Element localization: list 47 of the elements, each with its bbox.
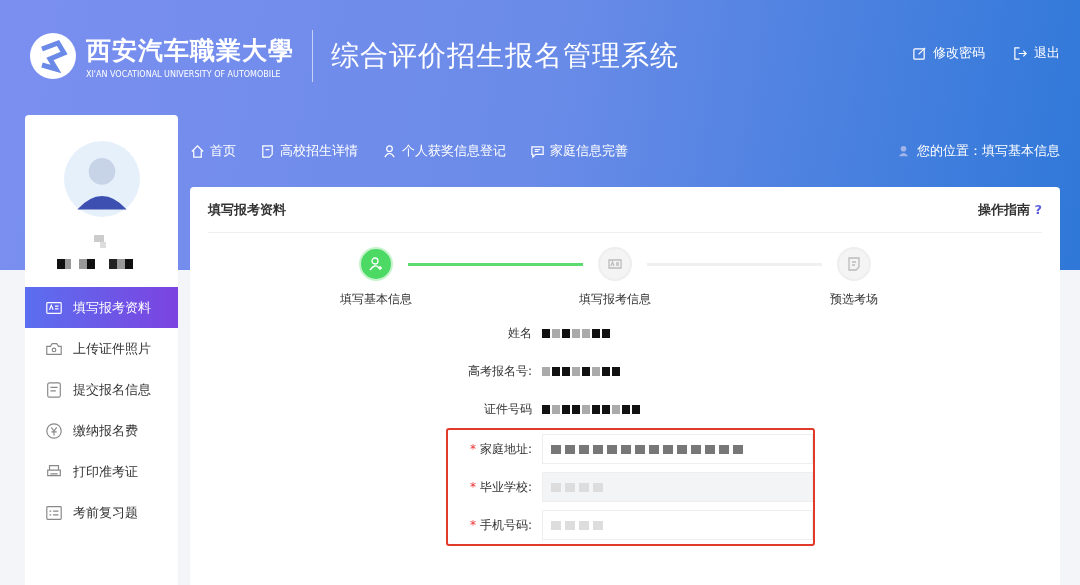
redacted-mosaic-drawing [551,482,603,492]
logout-icon [1013,45,1028,61]
document-icon [846,256,862,272]
breadcrumb-location: 您的位置：填写基本信息 [896,142,1060,160]
field-label: 姓名 [507,324,532,342]
system-title: 综合评价招生报名管理系统 [331,38,679,74]
redacted-mosaic-drawing [551,520,603,530]
sidebar-item[interactable]: 考前复习题 [25,492,178,533]
step-label: 预选考场 [830,291,878,308]
field-label: 高考报名号: [466,362,532,380]
person-icon [382,143,397,159]
sidebar-item[interactable]: 提交报名信息 [25,369,178,410]
document-icon [260,143,275,159]
list-icon [45,503,63,522]
input-field[interactable] [542,510,813,540]
sidebar-item[interactable]: 上传证件照片 [25,328,178,369]
university-name: 西安汽车職業大學 [86,34,294,67]
redacted-mosaic-drawing [542,328,610,338]
nav-link[interactable]: 高校招生详情 [260,142,358,160]
field-label: 证件号码 [483,400,532,418]
step-label: 填写基本信息 [340,291,412,308]
edit-icon [912,45,927,61]
id-card-icon [607,256,623,272]
university-english-name: XI'AN VOCATIONAL UNIVERSITY OF AUTOMOBILE [86,69,282,79]
nav-link[interactable]: 个人获奖信息登记 [382,142,506,160]
sidebar-item[interactable]: 缴纳报名费 [25,410,178,451]
sidebar-item[interactable]: 打印准考证 [25,451,178,492]
field-label: * 家庭地址: [468,440,532,458]
input-field[interactable] [542,472,813,502]
step-label: 填写报考信息 [579,291,651,308]
field-label: * 手机号码: [468,516,532,534]
chat-icon [530,143,545,159]
logo-icon [28,31,78,81]
home-icon [190,143,205,159]
panel-title: 填写报考资料 [208,200,286,219]
logout-link[interactable]: 退出 [1013,44,1060,62]
person-add-icon [368,256,384,272]
nav-link[interactable]: 家庭信息完善 [530,142,628,160]
input-field[interactable] [542,434,813,464]
yuan-icon [45,421,63,440]
document-icon [45,380,63,399]
guide-link[interactable]: 操作指南 ? [977,200,1042,219]
change-password-link[interactable]: 修改密码 [912,44,985,62]
nav-link[interactable]: 首页 [190,142,236,160]
location-person-icon [896,143,911,159]
sidebar-item[interactable]: 填写报考资料 [25,287,178,328]
field-label: * 毕业学校: [468,478,532,496]
